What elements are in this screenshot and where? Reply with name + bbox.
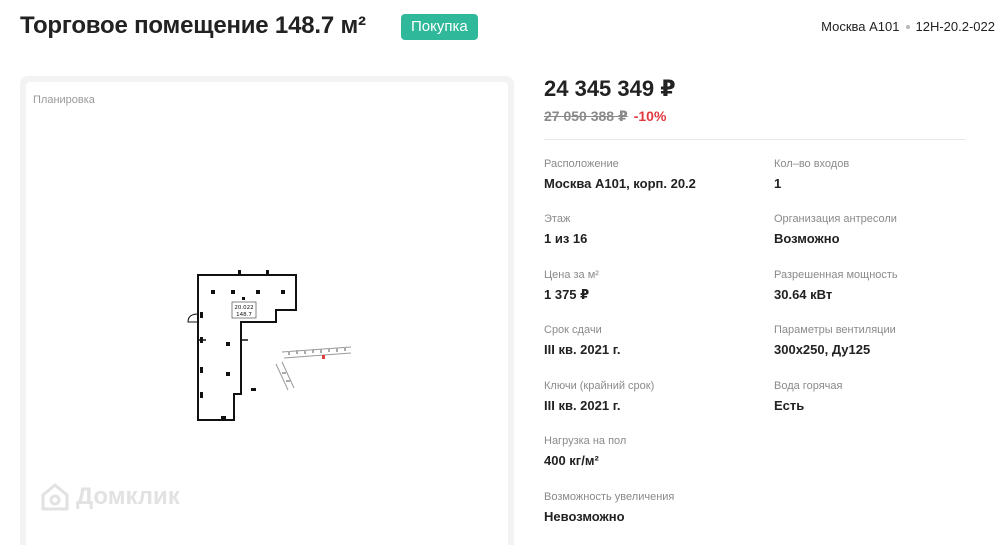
- plan-outline: [197, 274, 297, 421]
- header-meta: Москва А101 12Н-20.2-022: [821, 19, 995, 34]
- detail-label: Ключи (крайний срок): [544, 380, 655, 392]
- old-price-row: 27 050 388 ₽ -10%: [544, 108, 666, 125]
- floor-plan-canvas: Планировка 20.022 148.7 Домклик: [26, 82, 508, 545]
- detail-label: Расположение: [544, 158, 619, 170]
- detail-price-per-sqm: Цена за м² 1 375 ₽: [544, 269, 599, 303]
- key-plan-marker: [322, 355, 325, 359]
- detail-label: Цена за м²: [544, 269, 599, 281]
- page-title: Торговое помещение 148.7 м²: [20, 12, 366, 39]
- detail-completion-date: Срок сдачи III кв. 2021 г.: [544, 324, 620, 357]
- detail-value: 30.64 кВт: [774, 287, 833, 302]
- detail-label: Нагрузка на пол: [544, 435, 627, 447]
- watermark-text: Домклик: [76, 483, 180, 510]
- detail-label: Вода горячая: [774, 380, 843, 392]
- detail-value: 1: [774, 176, 782, 191]
- detail-label: Срок сдачи: [544, 324, 602, 336]
- detail-label: Разрешенная мощность: [774, 269, 898, 281]
- detail-ventilation: Параметры вентиляции 300х250, Ду125: [774, 324, 896, 357]
- domclick-logo-icon: [41, 483, 69, 511]
- detail-expansion: Возможность увеличения Невозможно: [544, 491, 674, 524]
- detail-value: Невозможно: [544, 509, 625, 524]
- detail-floor-load: Нагрузка на пол 400 кг/м²: [544, 435, 626, 468]
- detail-value: 1 из 16: [544, 231, 588, 246]
- detail-hot-water: Вода горячая Есть: [774, 380, 842, 413]
- key-plan-mini: [275, 346, 352, 391]
- detail-value: Возможно: [774, 231, 840, 246]
- detail-label: Параметры вентиляции: [774, 324, 896, 336]
- price-divider: [544, 139, 966, 140]
- detail-floor: Этаж 1 из 16: [544, 213, 587, 246]
- detail-value: 1 375 ₽: [544, 287, 590, 302]
- plan-unit-area: 148.7: [236, 312, 252, 318]
- detail-label: Этаж: [544, 213, 571, 225]
- old-price: 27 050 388 ₽: [544, 108, 628, 124]
- detail-label: Кол–во входов: [774, 158, 850, 170]
- detail-value: III кв. 2021 г.: [544, 342, 621, 357]
- detail-label: Организация антресоли: [774, 213, 897, 225]
- detail-keys-deadline: Ключи (крайний срок) III кв. 2021 г.: [544, 380, 654, 413]
- current-price: 24 345 349 ₽: [544, 76, 676, 101]
- plan-unit-tag: 20.022: [234, 305, 253, 311]
- domclick-watermark: Домклик: [40, 482, 180, 512]
- deal-type-badge: Покупка: [401, 14, 478, 40]
- detail-location: Расположение Москва А101, корп. 20.2: [544, 158, 696, 191]
- location-label: Москва А101: [821, 19, 900, 34]
- unit-code: 12Н-20.2-022: [915, 19, 996, 34]
- detail-power: Разрешенная мощность 30.64 кВт: [774, 269, 898, 302]
- detail-value: Есть: [774, 398, 805, 413]
- detail-value: III кв. 2021 г.: [544, 398, 621, 413]
- detail-value: Москва А101, корп. 20.2: [544, 176, 696, 191]
- separator-dot: [905, 24, 910, 29]
- detail-value: 400 кг/м²: [544, 453, 599, 468]
- detail-value: 300х250, Ду125: [774, 342, 871, 357]
- discount-badge: -10%: [633, 108, 667, 124]
- floor-plan-drawing: 20.022 148.7: [187, 270, 352, 421]
- floor-plan-card[interactable]: Планировка 20.022 148.7 Домклик: [20, 76, 514, 545]
- detail-entrances: Кол–во входов 1: [774, 158, 849, 191]
- listing-page: Торговое помещение 148.7 м² Покупка Моск…: [0, 0, 1005, 545]
- detail-label: Возможность увеличения: [544, 491, 675, 503]
- detail-mezzanine: Организация антресоли Возможно: [774, 213, 897, 246]
